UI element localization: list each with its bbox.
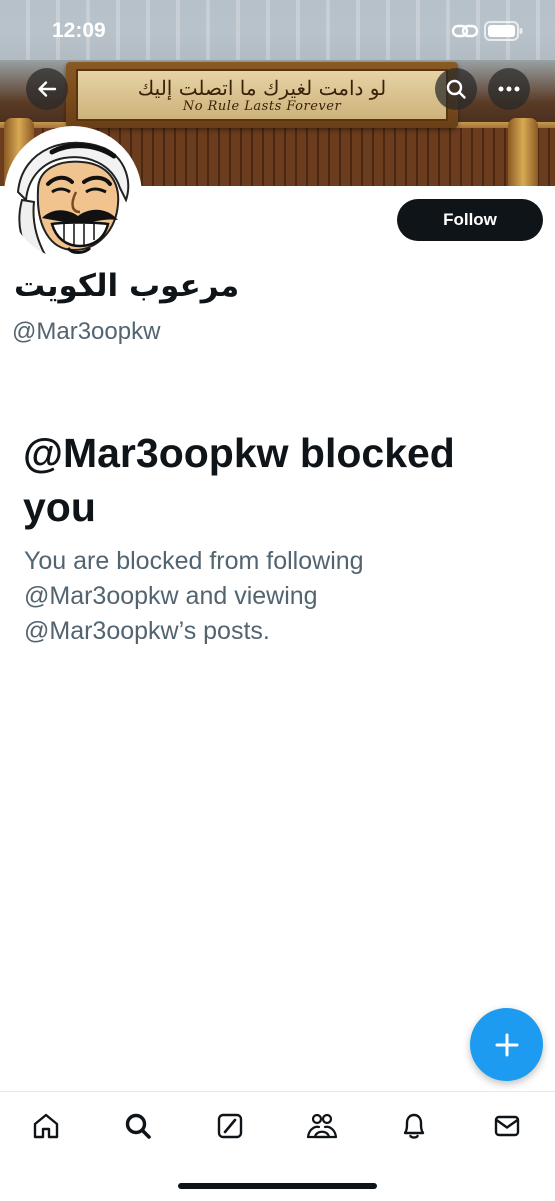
nav-grok[interactable] xyxy=(210,1108,250,1144)
avatar-caricature-icon xyxy=(8,130,138,260)
plaque-arabic-text: لو دامت لغيرك ما اتصلت إليك xyxy=(137,75,387,100)
link-icon xyxy=(451,24,479,38)
more-options-button[interactable] xyxy=(488,68,530,110)
plaque-english-text: No Rule Lasts Forever xyxy=(182,98,342,114)
profile-display-name: مرعوب الكويت xyxy=(14,268,240,304)
notifications-icon xyxy=(403,1113,425,1139)
arrow-left-icon xyxy=(38,81,57,97)
banner-plaque-inner: لو دامت لغيرك ما اتصلت إليك No Rule Last… xyxy=(76,69,448,121)
communities-icon xyxy=(306,1113,338,1139)
nav-notifications[interactable] xyxy=(394,1108,434,1144)
grok-icon xyxy=(217,1113,243,1139)
profile-handle: @Mar3oopkw xyxy=(12,318,161,345)
compose-fab-button[interactable] xyxy=(470,1008,543,1081)
search-button[interactable] xyxy=(435,68,477,110)
banner-plaque: لو دامت لغيرك ما اتصلت إليك No Rule Last… xyxy=(66,62,458,128)
search-icon xyxy=(446,79,466,99)
nav-search[interactable] xyxy=(118,1108,158,1144)
status-time: 12:09 xyxy=(52,19,106,42)
more-horizontal-icon xyxy=(498,86,520,92)
follow-button[interactable]: Follow xyxy=(397,199,543,241)
banner-pillar-right xyxy=(508,118,538,186)
blocked-description: You are blocked from following @Mar3oopk… xyxy=(24,547,364,645)
nav-home[interactable] xyxy=(26,1108,66,1144)
back-button[interactable] xyxy=(26,68,68,110)
nav-communities[interactable] xyxy=(302,1108,342,1144)
avatar[interactable] xyxy=(8,130,138,260)
home-icon xyxy=(33,1113,59,1139)
status-bar: 12:09 xyxy=(0,0,555,62)
battery-icon xyxy=(484,21,523,41)
blocked-title: @Mar3oopkw blocked you xyxy=(23,430,455,530)
search-icon xyxy=(125,1113,151,1139)
plus-icon xyxy=(495,1033,518,1056)
nav-messages[interactable] xyxy=(487,1108,527,1144)
messages-icon xyxy=(494,1115,520,1137)
home-indicator[interactable] xyxy=(178,1183,377,1189)
